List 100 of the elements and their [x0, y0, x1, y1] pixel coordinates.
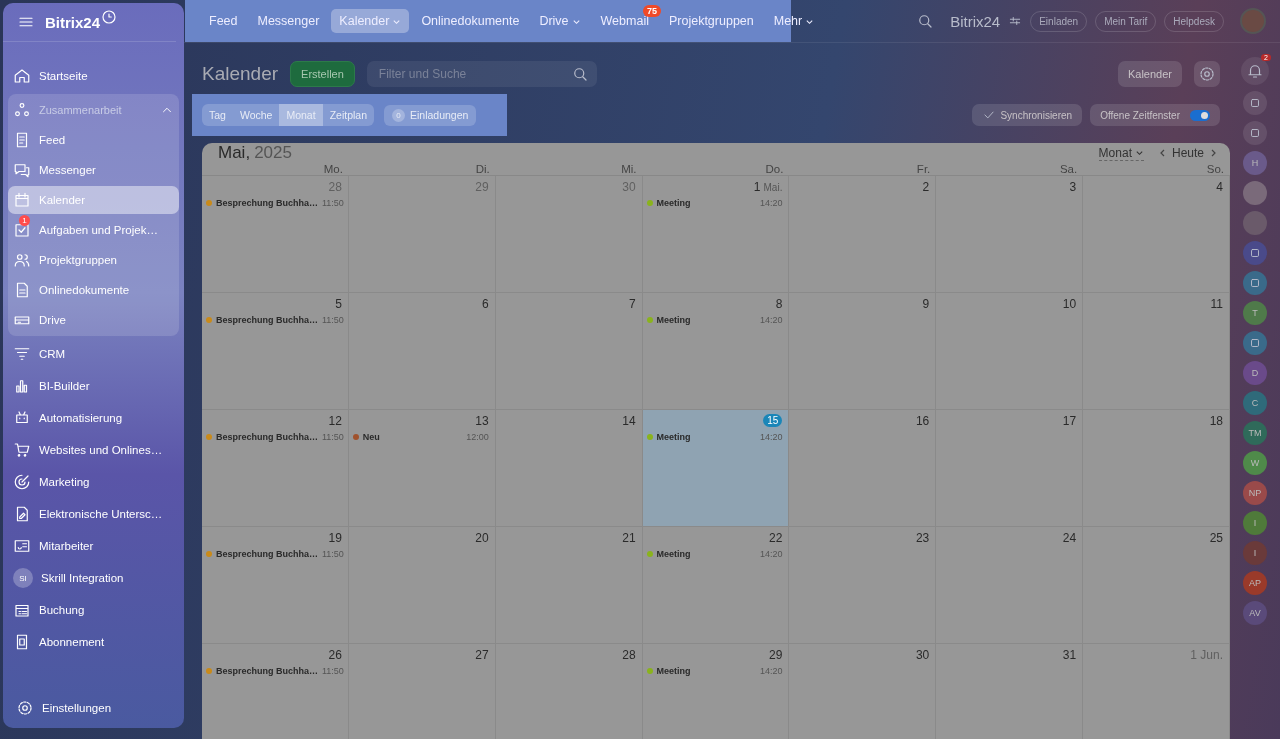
event-title[interactable]: Meeting	[656, 666, 691, 676]
day-cell[interactable]: 17	[936, 410, 1084, 527]
sidebar-item[interactable]: Marketing	[8, 468, 179, 496]
event-title[interactable]: Neu	[362, 432, 380, 442]
sliders-icon[interactable]	[1008, 14, 1023, 28]
day-cell[interactable]: 24	[936, 527, 1084, 644]
day-cell[interactable]: 13 Neu 12:00	[348, 410, 496, 527]
toggle-switch[interactable]	[1190, 109, 1210, 121]
day-cell[interactable]: 5 Besprechung Buchha… 11:50	[202, 293, 349, 410]
day-cell[interactable]: 7	[495, 293, 643, 410]
target-icon	[13, 473, 31, 491]
chat-avatar[interactable]: AV	[1243, 601, 1267, 625]
day-cell[interactable]: 18	[1083, 410, 1230, 527]
sidebar-item[interactable]: CRM	[8, 340, 179, 368]
square-icon	[1248, 246, 1262, 260]
view-dropdown[interactable]: Monat	[1098, 145, 1144, 161]
day-cell[interactable]: 21	[495, 527, 643, 644]
day-cell[interactable]: 4	[1083, 176, 1230, 293]
sync-button[interactable]: Synchronisieren	[972, 104, 1083, 126]
chat-avatar[interactable]: I	[1243, 541, 1267, 565]
sidebar-item[interactable]: Automatisierung	[8, 404, 179, 432]
day-cell[interactable]: 6	[348, 293, 496, 410]
day-number: 23	[915, 531, 930, 545]
day-cell[interactable]: 3	[936, 176, 1084, 293]
create-button[interactable]: Erstellen	[290, 61, 355, 87]
sidebar-item[interactable]: Startseite	[8, 62, 179, 90]
logo-text[interactable]: Bitrix24	[45, 13, 101, 31]
day-number: 8	[775, 297, 783, 311]
sidebar-item[interactable]: Projektgruppen	[8, 246, 179, 274]
day-number: 10	[1062, 297, 1077, 311]
day-cell[interactable]: 14	[495, 410, 643, 527]
event-title[interactable]: Besprechung Buchha…	[216, 666, 318, 676]
day-cell[interactable]: 1 Mai. Meeting 14:20	[642, 176, 790, 293]
chat-avatar[interactable]: AP	[1243, 571, 1267, 595]
calendar-button[interactable]: Kalender	[1117, 61, 1182, 87]
sidebar-item[interactable]: Mitarbeiter	[8, 532, 179, 560]
chat-avatar[interactable]: T	[1243, 301, 1267, 325]
count-badge: 1	[19, 215, 30, 226]
sidebar-item[interactable]: 1 Aufgaben und Projek…	[8, 216, 179, 244]
sidebar-item[interactable]: BI-Builder	[8, 372, 179, 400]
chat-avatar[interactable]: D	[1243, 361, 1267, 385]
sidebar-item[interactable]: SI Skrill Integration	[8, 564, 179, 592]
day-cell[interactable]: 30	[789, 644, 937, 739]
event-title[interactable]: Besprechung Buchha…	[216, 549, 318, 559]
day-cell[interactable]: 25	[1083, 527, 1230, 644]
sidebar-item[interactable]: Websites und Onlines…	[8, 436, 179, 464]
sidebar-item[interactable]: Abonnement	[8, 628, 179, 656]
day-cell[interactable]: 15 Meeting 14:20	[642, 410, 790, 527]
open-slots-control[interactable]: Offene Zeitfenster	[1090, 104, 1220, 126]
chat-avatar[interactable]: TM	[1243, 421, 1267, 445]
clock-icon	[100, 8, 119, 26]
sidebar-item[interactable]: Elektronische Untersc…	[8, 500, 179, 528]
day-cell[interactable]: 28	[495, 644, 643, 739]
today-button[interactable]: Heute	[1171, 146, 1204, 160]
day-cell[interactable]: 2	[789, 176, 937, 293]
portal-name[interactable]: Bitrix24	[950, 12, 1001, 30]
day-cell[interactable]: 31	[936, 644, 1084, 739]
settings-button[interactable]	[1194, 61, 1220, 87]
day-cell[interactable]: 29 Meeting 14:20	[642, 644, 790, 739]
settings-item[interactable]: Einstellungen	[11, 694, 176, 722]
chat-avatar[interactable]: C	[1243, 391, 1267, 415]
month-label: Mai,	[218, 143, 251, 163]
square-icon	[1248, 96, 1262, 110]
event-title[interactable]: Meeting	[656, 198, 691, 208]
day-number: 28	[622, 648, 636, 662]
day-cell[interactable]: 10	[936, 293, 1084, 410]
sidebar-item[interactable]: Buchung	[8, 596, 179, 624]
day-cell[interactable]: 9	[789, 293, 937, 410]
day-number: 6	[482, 297, 489, 311]
day-number: 3	[1069, 180, 1077, 194]
month-label: Mai.	[763, 182, 783, 193]
nav-tab[interactable]: Messenger	[249, 9, 328, 33]
day-cell[interactable]: 20	[348, 527, 496, 644]
event-title[interactable]: Besprechung Buchha…	[216, 315, 318, 325]
sidebar-item[interactable]: Onlinedokumente	[8, 276, 179, 304]
day-cell[interactable]: 11	[1083, 293, 1230, 410]
sidebar-item[interactable]: Feed	[8, 126, 179, 154]
event-title[interactable]: Meeting	[656, 549, 691, 559]
event-title[interactable]: Besprechung Buchha…	[216, 198, 318, 208]
day-cell[interactable]: 16	[789, 410, 937, 527]
day-cell[interactable]: 19 Besprechung Buchha… 11:50	[202, 527, 349, 644]
day-cell[interactable]: 26 Besprechung Buchha… 11:50	[202, 644, 349, 739]
day-cell[interactable]: 12 Besprechung Buchha… 11:50	[202, 410, 349, 527]
nav-tab[interactable]: Projektgruppen	[660, 9, 762, 33]
chat-avatar[interactable]: NP	[1243, 481, 1267, 505]
nav-tab[interactable]: Onlinedokumente	[413, 9, 528, 33]
day-cell[interactable]: 22 Meeting 14:20	[642, 527, 790, 644]
day-cell[interactable]: 23	[789, 527, 937, 644]
nav-tab[interactable]: Drive	[531, 9, 589, 33]
event-title[interactable]: Meeting	[656, 315, 691, 325]
event-title[interactable]: Meeting	[656, 432, 691, 442]
sidebar-item[interactable]: Messenger	[8, 156, 179, 184]
chat-avatar[interactable]: I	[1243, 511, 1267, 535]
chat-avatar[interactable]: H	[1243, 151, 1267, 175]
event-title[interactable]: Besprechung Buchha…	[216, 432, 318, 442]
day-cell[interactable]: 27	[348, 644, 496, 739]
nav-tab[interactable]: Feed	[201, 9, 246, 33]
event-time: 14:20	[759, 198, 783, 208]
event-time: 14:20	[759, 432, 783, 442]
sidebar-item[interactable]: Drive	[8, 306, 179, 334]
